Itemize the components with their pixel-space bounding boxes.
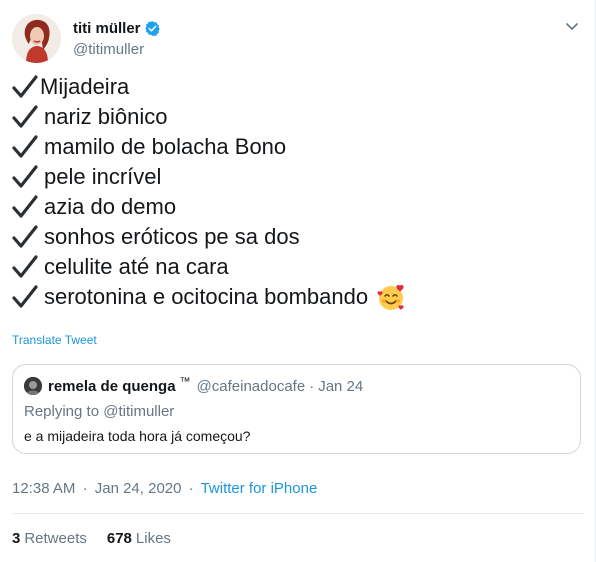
quoted-separator: · bbox=[309, 377, 315, 395]
tweet-line-text: celulite até na cara bbox=[44, 254, 229, 279]
meta-separator: · bbox=[188, 480, 194, 497]
quoted-author-name-suffix: ™ bbox=[179, 376, 191, 388]
tweet-card: titi müller @titimuller Mijadeira nariz … bbox=[0, 0, 596, 562]
tweet-text: Mijadeira nariz biônico mamilo de bolach… bbox=[12, 72, 584, 312]
quoted-author-display-name[interactable]: remela de quenga bbox=[48, 378, 176, 395]
verified-badge-icon bbox=[144, 20, 161, 37]
tweet-line-text: mamilo de bolacha Bono bbox=[44, 134, 287, 159]
check-mark-icon bbox=[12, 284, 38, 310]
check-mark-icon bbox=[12, 194, 38, 220]
translate-tweet-link[interactable]: Translate Tweet bbox=[12, 333, 97, 347]
tweet-line-text: Mijadeira bbox=[40, 74, 130, 99]
author-handle[interactable]: @titimuller bbox=[73, 41, 161, 58]
tweet-header: titi müller @titimuller bbox=[12, 14, 584, 64]
quoted-tweet-header: remela de quenga ™ @cafeinadocafe · Jan … bbox=[24, 376, 363, 395]
check-mark-icon bbox=[12, 254, 38, 280]
tweet-date[interactable]: Jan 24, 2020 bbox=[95, 480, 182, 497]
check-mark-icon bbox=[12, 134, 38, 160]
check-mark-icon bbox=[12, 104, 38, 130]
check-mark-icon bbox=[12, 74, 38, 100]
tweet-metadata: 12:38 AM · Jan 24, 2020 · Twitter for iP… bbox=[12, 480, 317, 497]
tweet-line: azia do demo bbox=[12, 192, 584, 222]
author-display-name[interactable]: titi müller bbox=[73, 20, 141, 37]
quoted-tweet-date[interactable]: Jan 24 bbox=[318, 378, 363, 395]
retweets-stat[interactable]: 3 Retweets bbox=[12, 530, 87, 547]
tweet-line-text: azia do demo bbox=[44, 194, 177, 219]
tweet-line-text: sonhos eróticos pe sa dos bbox=[44, 224, 300, 249]
tweet-line: pele incrível bbox=[12, 162, 584, 192]
replying-to-label: Replying to bbox=[24, 403, 100, 420]
divider bbox=[12, 513, 584, 514]
tweet-line: sonhos eróticos pe sa dos bbox=[12, 222, 584, 252]
tweet-line-text: nariz biônico bbox=[44, 104, 168, 129]
tweet-line: serotonina e ocitocina bombando bbox=[12, 282, 584, 312]
author-names: titi müller @titimuller bbox=[73, 18, 161, 58]
tweet-line-text: pele incrível bbox=[44, 164, 162, 189]
smiling-face-with-hearts-icon bbox=[376, 282, 406, 312]
replying-to-handle[interactable]: @titimuller bbox=[103, 403, 174, 420]
meta-separator: · bbox=[82, 480, 88, 497]
tweet-line-text: serotonina e ocitocina bombando bbox=[44, 284, 369, 309]
quoted-author-avatar[interactable] bbox=[24, 377, 42, 395]
tweet-stats: 3 Retweets 678 Likes bbox=[12, 530, 191, 547]
tweet-line: mamilo de bolacha Bono bbox=[12, 132, 584, 162]
quoted-replying-to: Replying to @titimuller bbox=[24, 403, 174, 420]
quoted-tweet-text: e a mijadeira toda hora já começou? bbox=[24, 428, 251, 444]
check-mark-icon bbox=[12, 224, 38, 250]
likes-count: 678 bbox=[106, 530, 132, 547]
check-mark-icon bbox=[12, 164, 38, 190]
retweets-label: Retweets bbox=[24, 530, 87, 547]
likes-label: Likes bbox=[135, 530, 171, 547]
likes-stat[interactable]: 678 Likes bbox=[107, 530, 171, 547]
tweet-time[interactable]: 12:38 AM bbox=[12, 480, 75, 497]
tweet-line: celulite até na cara bbox=[12, 252, 584, 282]
chevron-down-icon[interactable] bbox=[564, 18, 580, 34]
quoted-tweet[interactable]: remela de quenga ™ @cafeinadocafe · Jan … bbox=[12, 364, 581, 454]
tweet-source-link[interactable]: Twitter for iPhone bbox=[201, 480, 318, 497]
tweet-line: Mijadeira bbox=[12, 72, 584, 102]
retweets-count: 3 bbox=[12, 530, 21, 547]
quoted-author-handle[interactable]: @cafeinadocafe bbox=[197, 378, 306, 395]
author-avatar[interactable] bbox=[12, 14, 61, 63]
tweet-line: nariz biônico bbox=[12, 102, 584, 132]
